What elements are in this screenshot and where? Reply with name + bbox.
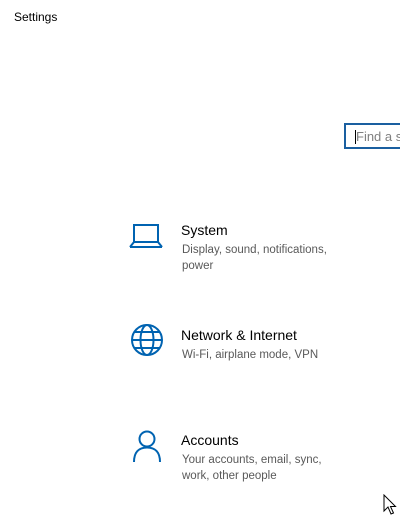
category-accounts-description: Your accounts, email, sync, work, other … bbox=[182, 454, 322, 482]
category-system-title: System bbox=[181, 222, 228, 238]
mouse-pointer-icon bbox=[383, 494, 397, 515]
laptop-icon bbox=[129, 224, 163, 248]
category-system-description: Display, sound, notifications, power bbox=[182, 244, 327, 272]
category-system[interactable]: System Display, sound, notifications, po… bbox=[128, 222, 368, 302]
category-accounts[interactable]: Accounts Your accounts, email, sync, wor… bbox=[128, 430, 368, 512]
person-icon bbox=[133, 430, 161, 463]
globe-icon bbox=[131, 324, 163, 356]
category-network-internet[interactable]: Network & Internet Wi-Fi, airplane mode,… bbox=[128, 324, 368, 407]
search-box[interactable] bbox=[344, 123, 400, 149]
window-title: Settings bbox=[14, 10, 58, 24]
category-network-description: Wi-Fi, airplane mode, VPN bbox=[182, 349, 319, 361]
search-input[interactable] bbox=[356, 127, 400, 145]
category-accounts-title: Accounts bbox=[181, 432, 239, 448]
category-network-title: Network & Internet bbox=[181, 327, 297, 343]
